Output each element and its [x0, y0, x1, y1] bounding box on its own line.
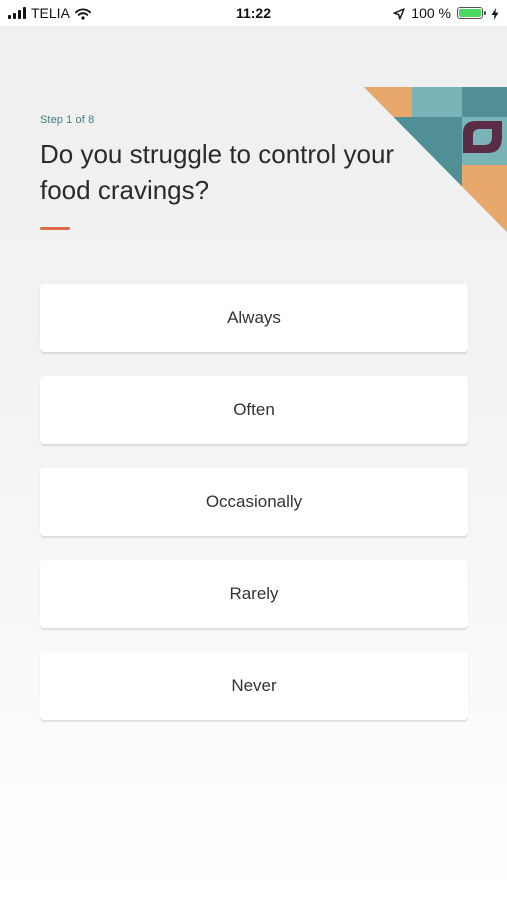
status-bar: TELIA 11:22 100 % [0, 0, 507, 26]
option-occasionally-button[interactable]: Occasionally [40, 468, 468, 536]
battery-icon [457, 7, 486, 19]
option-always-button[interactable]: Always [40, 284, 468, 352]
battery-percent: 100 % [411, 5, 451, 21]
option-often-button[interactable]: Often [40, 376, 468, 444]
answer-options-list: Always Often Occasionally Rarely Never [40, 284, 468, 744]
charging-bolt-icon [491, 7, 499, 20]
status-right: 100 % [393, 5, 499, 21]
title-accent-divider [40, 227, 70, 230]
option-never-button[interactable]: Never [40, 652, 468, 720]
location-arrow-icon [393, 7, 405, 20]
option-rarely-button[interactable]: Rarely [40, 560, 468, 628]
question-title: Do you struggle to control your food cra… [40, 139, 395, 205]
battery-level-fill [459, 9, 481, 17]
step-indicator: Step 1 of 8 [40, 114, 95, 126]
